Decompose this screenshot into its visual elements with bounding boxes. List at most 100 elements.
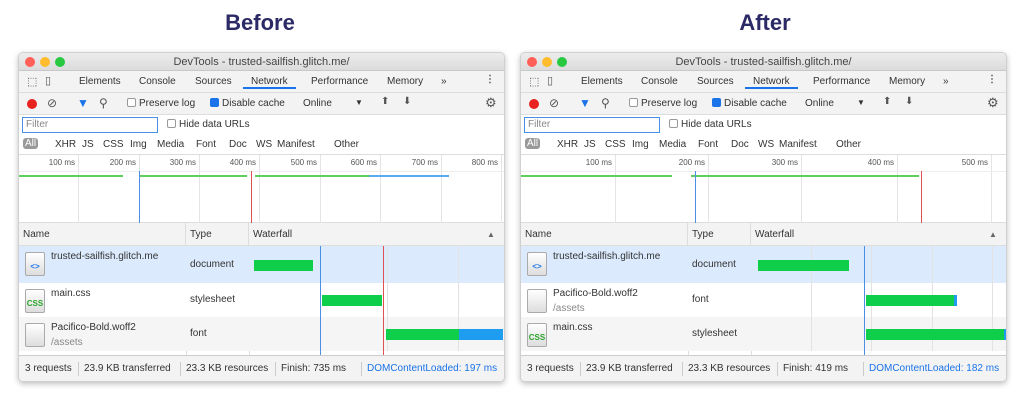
device-toolbar-icon[interactable]: ▯ <box>547 74 553 87</box>
waterfall-bar[interactable] <box>758 259 849 271</box>
type-filter-all[interactable]: All <box>525 138 541 149</box>
column-header-name[interactable]: Name <box>521 223 688 245</box>
record-button[interactable] <box>529 99 539 109</box>
type-filter-css[interactable]: CSS <box>605 139 626 150</box>
type-filter-js[interactable]: JS <box>82 139 94 150</box>
request-name[interactable]: main.css <box>51 288 90 299</box>
window-minimize-button[interactable] <box>542 57 552 67</box>
type-filter-xhr[interactable]: XHR <box>55 139 76 150</box>
checkbox[interactable] <box>669 119 678 128</box>
export-har-icon[interactable]: ⬇ <box>905 96 913 107</box>
waterfall-bar[interactable] <box>866 295 954 306</box>
hide-data-urls-checkbox[interactable]: Hide data URLs <box>669 119 752 130</box>
checkbox[interactable] <box>629 98 638 107</box>
search-icon[interactable]: ⚲ <box>601 96 610 110</box>
tab-network[interactable]: Network <box>745 76 798 89</box>
throttle-select[interactable]: Online ▼ <box>805 98 865 109</box>
tab-memory[interactable]: Memory <box>387 76 423 87</box>
request-name[interactable]: trusted-sailfish.glitch.me <box>51 251 158 262</box>
window-close-button[interactable] <box>527 57 537 67</box>
table-row[interactable]: Pacifico-Bold.woff2/assets font <box>19 317 504 351</box>
hide-data-urls-checkbox[interactable]: Hide data URLs <box>167 119 250 130</box>
filter-input[interactable]: Filter <box>22 117 158 133</box>
column-header-type[interactable]: Type <box>186 223 249 245</box>
column-header-waterfall[interactable]: Waterfall <box>249 223 504 245</box>
import-har-icon[interactable]: ⬆ <box>883 96 891 107</box>
checkbox[interactable] <box>210 98 219 107</box>
clear-icon[interactable]: ⊘ <box>549 96 559 110</box>
waterfall-bar[interactable] <box>459 329 503 340</box>
tab-elements[interactable]: Elements <box>581 76 623 87</box>
type-filter-media[interactable]: Media <box>157 139 184 150</box>
request-name[interactable]: Pacifico-Bold.woff2 <box>51 322 136 333</box>
request-name[interactable]: trusted-sailfish.glitch.me <box>553 251 660 262</box>
type-filter-other[interactable]: Other <box>334 139 359 150</box>
timeline-overview[interactable]: 100 ms 200 ms 300 ms 400 ms 500 ms 600 ms 700 … <box>19 155 504 223</box>
type-filter-manifest[interactable]: Manifest <box>277 139 315 150</box>
waterfall-bar[interactable] <box>386 329 459 340</box>
table-row[interactable]: CSS main.css stylesheet <box>19 283 504 317</box>
tab-network[interactable]: Network <box>243 76 296 89</box>
tab-performance[interactable]: Performance <box>311 76 368 87</box>
type-filter-img[interactable]: Img <box>632 139 649 150</box>
waterfall-bar[interactable] <box>954 295 957 306</box>
table-row[interactable]: Pacifico-Bold.woff2/assets font <box>521 283 1006 317</box>
more-options-icon[interactable]: ⋮ <box>987 74 997 85</box>
settings-gear-icon[interactable]: ⚙ <box>485 95 497 111</box>
table-row[interactable]: <> trusted-sailfish.glitch.me document <box>19 246 504 283</box>
type-filter-other[interactable]: Other <box>836 139 861 150</box>
column-header-waterfall[interactable]: Waterfall <box>751 223 1006 245</box>
record-button[interactable] <box>27 99 37 109</box>
type-filter-ws[interactable]: WS <box>758 139 774 150</box>
filter-icon[interactable]: ▼ <box>579 96 591 110</box>
waterfall-bar[interactable] <box>322 295 382 306</box>
waterfall-bar[interactable] <box>254 259 313 271</box>
disable-cache-checkbox[interactable]: Disable cache <box>210 98 285 109</box>
inspect-element-icon[interactable]: ⬚ <box>27 75 37 88</box>
filter-icon[interactable]: ▼ <box>77 96 89 110</box>
checkbox[interactable] <box>712 98 721 107</box>
checkbox[interactable] <box>167 119 176 128</box>
type-filter-img[interactable]: Img <box>130 139 147 150</box>
inspect-element-icon[interactable]: ⬚ <box>529 75 539 88</box>
import-har-icon[interactable]: ⬆ <box>381 96 389 107</box>
tab-more[interactable]: » <box>441 76 447 87</box>
sort-ascending-icon[interactable]: ▲ <box>487 223 495 246</box>
clear-icon[interactable]: ⊘ <box>47 96 57 110</box>
type-filter-font[interactable]: Font <box>196 139 216 150</box>
type-filter-js[interactable]: JS <box>584 139 596 150</box>
column-header-type[interactable]: Type <box>688 223 751 245</box>
request-name[interactable]: main.css <box>553 322 592 333</box>
window-minimize-button[interactable] <box>40 57 50 67</box>
window-zoom-button[interactable] <box>55 57 65 67</box>
search-icon[interactable]: ⚲ <box>99 96 108 110</box>
tab-performance[interactable]: Performance <box>813 76 870 87</box>
request-name[interactable]: Pacifico-Bold.woff2 <box>553 288 638 299</box>
type-filter-manifest[interactable]: Manifest <box>779 139 817 150</box>
preserve-log-checkbox[interactable]: Preserve log <box>629 98 697 109</box>
type-filter-all[interactable]: All <box>23 138 39 149</box>
tab-sources[interactable]: Sources <box>195 76 232 87</box>
filter-input[interactable]: Filter <box>524 117 660 133</box>
type-filter-xhr[interactable]: XHR <box>557 139 578 150</box>
table-row[interactable]: <> trusted-sailfish.glitch.me document <box>521 246 1006 283</box>
tab-more[interactable]: » <box>943 76 949 87</box>
waterfall-bar[interactable] <box>866 329 1004 340</box>
type-filter-ws[interactable]: WS <box>256 139 272 150</box>
tab-sources[interactable]: Sources <box>697 76 734 87</box>
sort-ascending-icon[interactable]: ▲ <box>989 223 997 246</box>
export-har-icon[interactable]: ⬇ <box>403 96 411 107</box>
table-row[interactable]: CSS main.css stylesheet <box>521 317 1006 351</box>
type-filter-doc[interactable]: Doc <box>229 139 247 150</box>
column-header-name[interactable]: Name <box>19 223 186 245</box>
type-filter-doc[interactable]: Doc <box>731 139 749 150</box>
checkbox[interactable] <box>127 98 136 107</box>
tab-console[interactable]: Console <box>641 76 678 87</box>
window-zoom-button[interactable] <box>557 57 567 67</box>
more-options-icon[interactable]: ⋮ <box>485 74 495 85</box>
disable-cache-checkbox[interactable]: Disable cache <box>712 98 787 109</box>
device-toolbar-icon[interactable]: ▯ <box>45 74 51 87</box>
throttle-select[interactable]: Online ▼ <box>303 98 363 109</box>
type-filter-font[interactable]: Font <box>698 139 718 150</box>
tab-memory[interactable]: Memory <box>889 76 925 87</box>
